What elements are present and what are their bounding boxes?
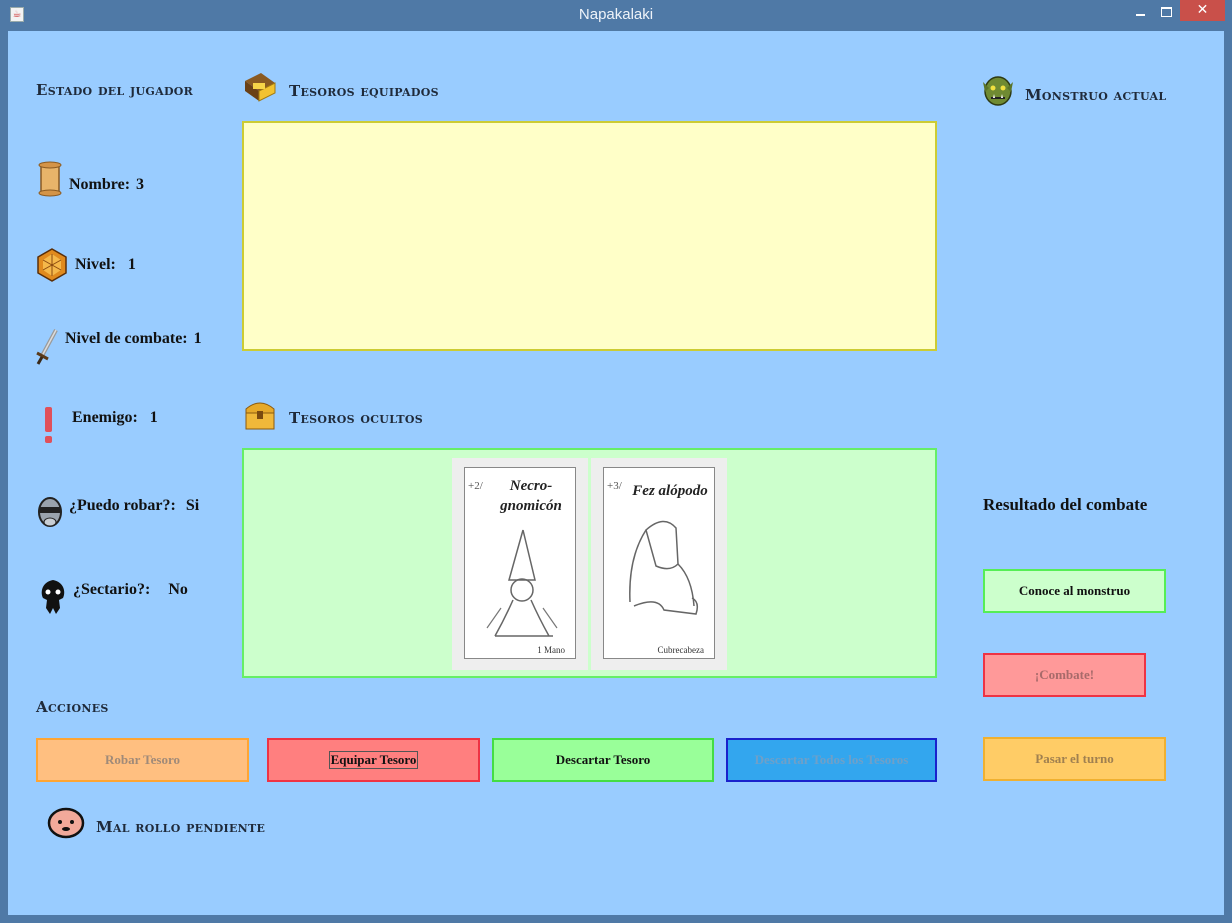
treasure-card[interactable]: +3/ Fez alópodo Cubrecabeza xyxy=(603,467,715,659)
player-enemy: Enemigo: 1 xyxy=(72,409,158,427)
combat-level-value: 1 xyxy=(193,330,202,347)
maximize-button[interactable] xyxy=(1154,4,1178,25)
orc-icon xyxy=(983,76,1013,106)
card-name: Necro-gnomicón xyxy=(500,478,562,514)
scroll-icon xyxy=(38,161,62,197)
treasure-card[interactable]: +2/ Necro-gnomicón 1 Mano xyxy=(464,467,576,659)
cultist-value: No xyxy=(168,581,188,598)
hidden-treasures-heading: Tesoros ocultos xyxy=(289,409,423,427)
main-panel: Estado del jugador Nombre: 3 Nivel: 1 Nive xyxy=(8,31,1224,915)
player-cultist: ¿Sectario?: No xyxy=(73,581,188,599)
enemy-label: Enemigo: xyxy=(72,409,138,426)
level-label: Nivel: xyxy=(75,256,116,273)
actions-heading: Acciones xyxy=(36,698,109,716)
sword-icon xyxy=(36,329,58,365)
can-steal-value: Si xyxy=(185,497,200,514)
discard-all-treasures-button[interactable]: Descartar Todos los Tesoros xyxy=(726,738,937,782)
name-label: Nombre: xyxy=(69,176,131,193)
card-kind: Cubrecabeza xyxy=(657,645,704,655)
player-name: Nombre: 3 xyxy=(69,176,144,194)
card-name: Fez alópodo xyxy=(632,483,708,499)
card-bonus: +2/ xyxy=(468,480,483,492)
can-steal-label: ¿Puedo robar?: xyxy=(69,497,176,514)
bad-luck-heading: Mal rollo pendiente xyxy=(96,818,266,836)
equip-treasure-label: Equipar Tesoro xyxy=(328,751,419,769)
steal-treasure-button[interactable]: Robar Tesoro xyxy=(36,738,249,782)
next-turn-button[interactable]: Pasar el turno xyxy=(983,737,1166,781)
thief-icon xyxy=(38,497,62,527)
exclamation-icon xyxy=(45,407,52,443)
cultist-icon xyxy=(41,580,65,614)
player-can-steal: ¿Puedo robar?: Si xyxy=(69,497,199,515)
player-status-heading: Estado del jugador xyxy=(36,81,194,99)
window-title: Napakalaki xyxy=(578,6,654,23)
equipped-treasures-panel xyxy=(242,121,937,351)
enemy-value: 1 xyxy=(149,409,158,426)
current-monster-heading: Monstruo actual xyxy=(1025,86,1167,104)
close-button[interactable]: ✕ xyxy=(1180,0,1225,21)
combat-result-label: Resultado del combate xyxy=(983,495,1148,514)
cultist-label: ¿Sectario?: xyxy=(73,581,151,598)
hidden-treasure-card-slot[interactable]: +2/ Necro-gnomicón 1 Mano xyxy=(452,458,588,670)
equip-treasure-button[interactable]: Equipar Tesoro xyxy=(267,738,480,782)
treasure-chest-gold-icon xyxy=(245,73,276,102)
fight-button[interactable]: ¡Combate! xyxy=(983,653,1146,697)
hidden-treasures-panel: +2/ Necro-gnomicón 1 Mano +3/ Fez alópod… xyxy=(242,448,937,678)
level-value: 1 xyxy=(127,256,136,273)
treasure-chest-icon xyxy=(245,402,275,430)
minimize-button[interactable] xyxy=(1128,4,1152,25)
app-window: ☕ Napakalaki ✕ Estado del jugador Nombre… xyxy=(0,0,1232,923)
player-level: Nivel: 1 xyxy=(75,256,136,274)
name-value: 3 xyxy=(136,176,145,193)
card-kind: 1 Mano xyxy=(537,645,565,655)
discard-treasure-button[interactable]: Descartar Tesoro xyxy=(492,738,714,782)
gem-icon xyxy=(37,248,67,282)
hidden-treasure-card-slot[interactable]: +3/ Fez alópodo Cubrecabeza xyxy=(591,458,727,670)
equipped-treasures-heading: Tesoros equipados xyxy=(289,82,439,100)
card-bonus: +3/ xyxy=(607,480,622,492)
title-bar[interactable]: ☕ Napakalaki ✕ xyxy=(0,0,1232,30)
sad-face-icon xyxy=(47,807,85,839)
combat-level-label: Nivel de combate: xyxy=(65,330,188,347)
meet-monster-button[interactable]: Conoce al monstruo xyxy=(983,569,1166,613)
player-combat-level: Nivel de combate: 1 xyxy=(65,330,202,348)
